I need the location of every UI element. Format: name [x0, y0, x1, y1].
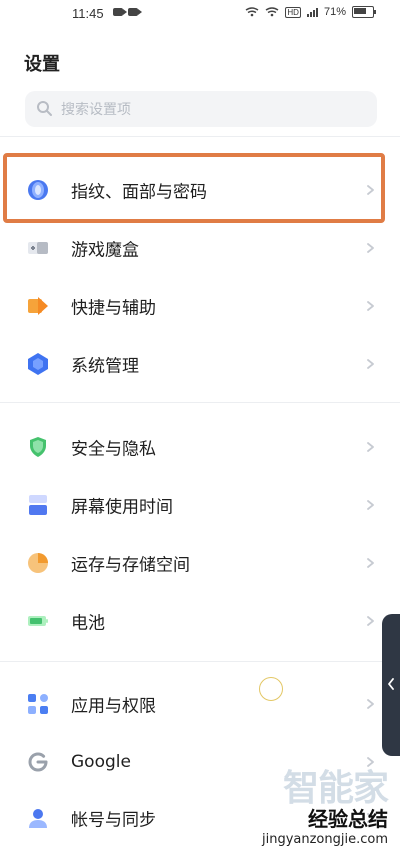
- chevron-right-icon: [367, 185, 374, 195]
- chevron-right-icon: [367, 301, 374, 311]
- settings-item-screen-time[interactable]: 屏幕使用时间: [0, 476, 400, 534]
- settings-item-apps-permissions[interactable]: 应用与权限: [0, 675, 400, 733]
- settings-item-label: 快捷与辅助: [71, 298, 156, 319]
- settings-item-label: Google: [71, 752, 131, 772]
- battery-percent: 71%: [323, 6, 346, 18]
- chevron-right-icon: [367, 243, 374, 253]
- watermark-url: jingyanzongjie.com: [261, 832, 388, 847]
- settings-item-label: 电池: [71, 613, 105, 634]
- status-right: HD 71%: [245, 6, 376, 18]
- status-time: 11:45: [72, 6, 104, 21]
- chevron-right-icon: [367, 442, 374, 452]
- settings-item-label: 应用与权限: [71, 696, 156, 717]
- settings-item-label: 指纹、面部与密码: [71, 182, 207, 203]
- settings-item-security[interactable]: 安全与隐私: [0, 418, 400, 476]
- battery-status-icon: [352, 6, 376, 18]
- apps-grid-icon: [28, 694, 48, 714]
- settings-item-label: 帐号与同步: [71, 810, 156, 831]
- security-shield-icon: [30, 437, 46, 457]
- google-icon: [28, 752, 48, 772]
- wifi-secondary-icon: [265, 7, 279, 17]
- chevron-right-icon: [367, 558, 374, 568]
- settings-item-label: 游戏魔盒: [71, 240, 139, 261]
- search-placeholder: 搜索设置项: [61, 102, 131, 118]
- settings-item-label: 运存与存储空间: [71, 555, 190, 576]
- hd-badge-icon: HD: [285, 6, 301, 18]
- settings-item-game-box[interactable]: 游戏魔盒: [0, 219, 400, 277]
- side-edge-handle[interactable]: [382, 614, 400, 756]
- settings-item-label: 屏幕使用时间: [71, 497, 173, 518]
- chevron-right-icon: [367, 500, 374, 510]
- signal-icon: [306, 7, 318, 17]
- settings-item-label: 系统管理: [71, 356, 139, 377]
- settings-item-battery[interactable]: 电池: [0, 592, 400, 650]
- shortcut-assist-icon: [28, 297, 48, 315]
- section-divider-middle: [0, 402, 400, 403]
- wifi-icon: [245, 7, 259, 17]
- section-divider-top: [0, 136, 400, 137]
- record-camera-icon: [128, 8, 142, 16]
- page-title: 设置: [24, 54, 60, 75]
- section-divider-bottom: [0, 661, 400, 662]
- account-sync-icon: [29, 809, 47, 828]
- watermark-logo: 智能家: [282, 768, 389, 809]
- chevron-right-icon: [367, 616, 374, 626]
- video-camera-icon: [113, 8, 127, 16]
- settings-item-shortcut-assist[interactable]: 快捷与辅助: [0, 277, 400, 335]
- fingerprint-icon: [28, 180, 48, 200]
- settings-item-system-management[interactable]: 系统管理: [0, 335, 400, 393]
- settings-item-storage[interactable]: 运存与存储空间: [0, 534, 400, 592]
- search-icon: [35, 99, 55, 119]
- chevron-right-icon: [367, 699, 374, 709]
- status-left-icons: [113, 8, 142, 16]
- storage-pie-icon: [28, 553, 48, 573]
- settings-item-fingerprint[interactable]: 指纹、面部与密码: [0, 161, 400, 219]
- watermark-subtitle: 经验总结: [308, 807, 388, 831]
- settings-item-label: 安全与隐私: [71, 439, 156, 460]
- search-input[interactable]: 搜索设置项: [25, 91, 377, 127]
- system-management-icon: [28, 353, 48, 375]
- status-bar: 11:45 HD 71%: [0, 0, 400, 30]
- game-box-icon: [28, 242, 48, 254]
- screen-time-icon: [29, 495, 47, 515]
- chevron-left-icon: [388, 678, 394, 690]
- battery-icon: [28, 616, 48, 626]
- chevron-right-icon: [367, 757, 374, 767]
- chevron-right-icon: [367, 359, 374, 369]
- touch-indicator-icon: [259, 677, 283, 701]
- watermark: 智能家 经验总结 jingyanzongjie.com: [261, 768, 389, 847]
